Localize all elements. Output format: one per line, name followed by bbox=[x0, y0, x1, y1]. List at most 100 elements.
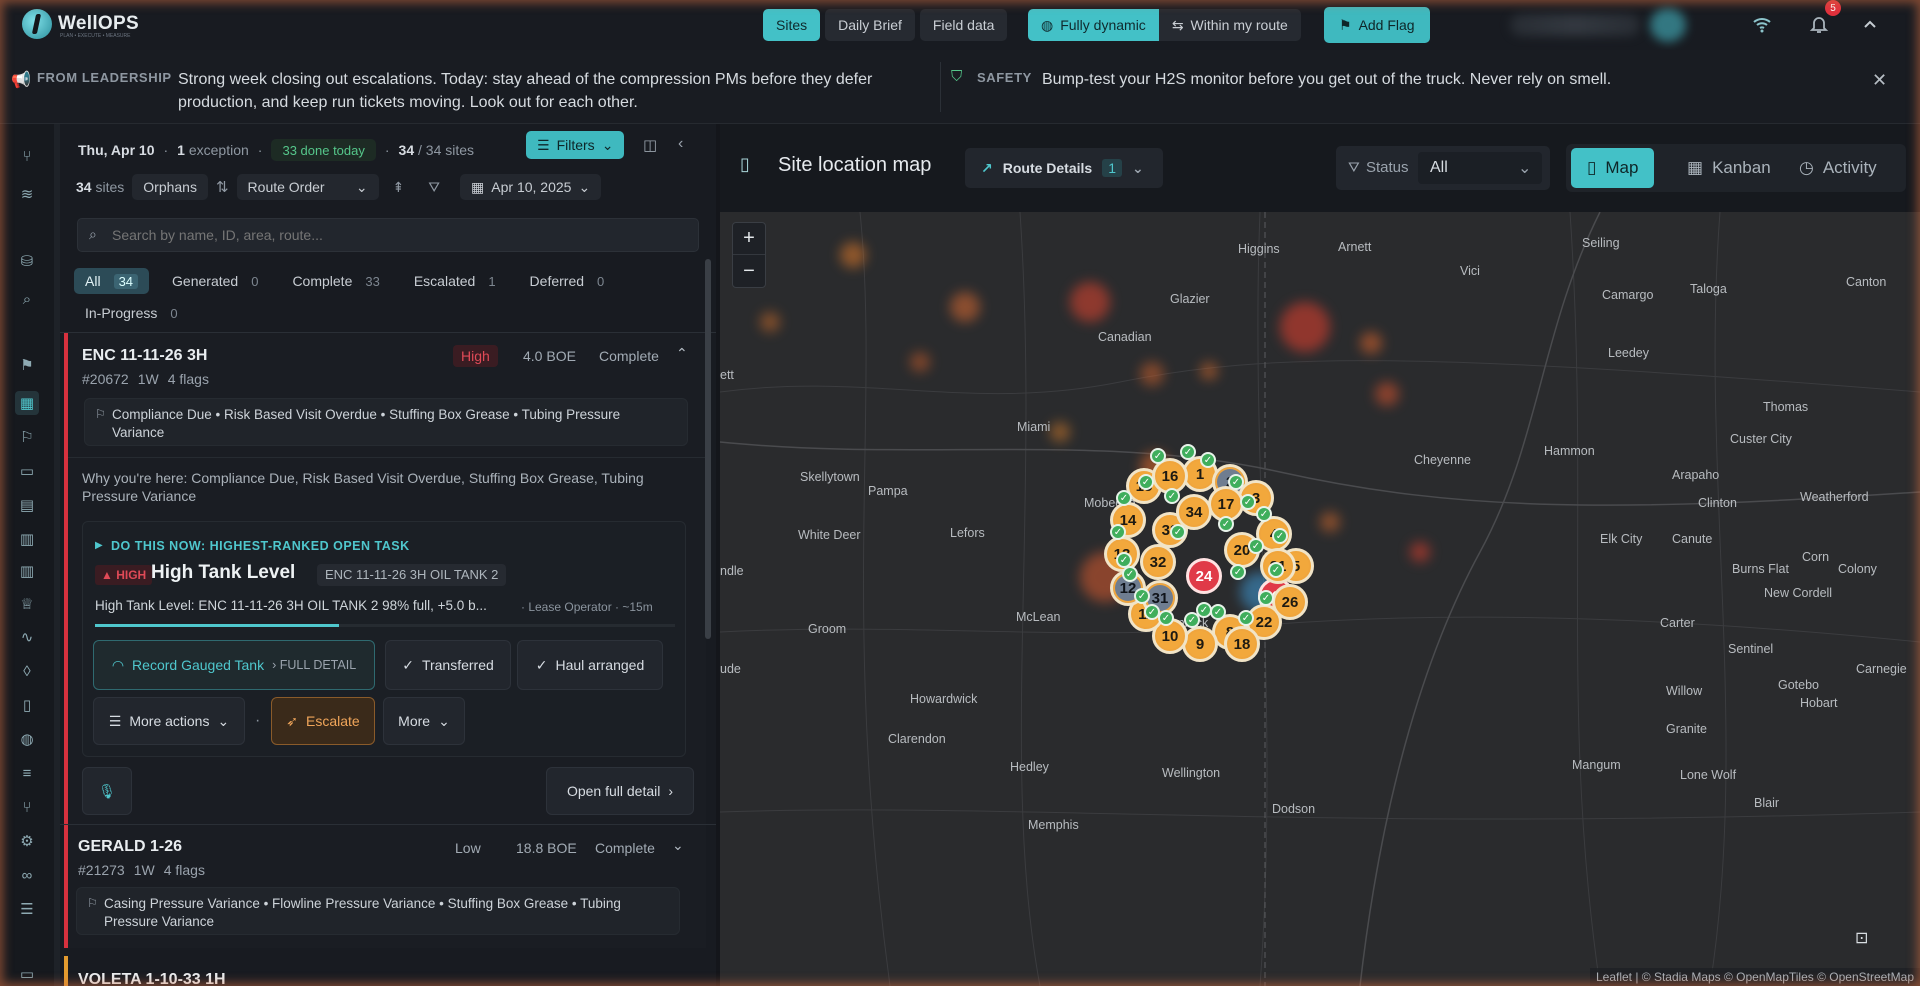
shield-icon: ⛉ bbox=[951, 68, 963, 85]
status-tab-complete[interactable]: Complete 33 bbox=[281, 268, 390, 294]
collapse-chevron-icon[interactable]: ‹ bbox=[678, 135, 683, 153]
complete-check-icon: ✓ bbox=[1238, 610, 1254, 626]
flag-outline-icon[interactable]: ⚐ bbox=[15, 425, 39, 449]
settings-icon[interactable]: ⚙ bbox=[15, 829, 39, 853]
route-details-button[interactable]: ↗ Route Details 1 ⌄ bbox=[965, 148, 1163, 188]
more-actions-button[interactable]: ☰ More actions ⌄ bbox=[93, 697, 245, 745]
funnel-icon[interactable]: ⛛ bbox=[428, 179, 440, 196]
wifi-icon[interactable] bbox=[1750, 12, 1774, 36]
add-flag-button[interactable]: ⚑ Add Flag bbox=[1324, 7, 1430, 43]
grid-icon[interactable]: ▦ bbox=[15, 391, 39, 415]
flag-nav-icon[interactable]: ⚑ bbox=[15, 353, 39, 377]
list-scrollbar[interactable] bbox=[705, 259, 711, 639]
search-icon[interactable]: ⌕ bbox=[15, 287, 39, 311]
robot-icon[interactable]: ⊡ bbox=[1855, 928, 1868, 948]
monitor-icon[interactable]: ▭ bbox=[15, 459, 39, 483]
close-icon[interactable]: ✕ bbox=[1872, 70, 1887, 91]
sliders-icon[interactable]: ☰ bbox=[15, 897, 39, 921]
zoom-in-button[interactable]: + bbox=[733, 223, 765, 255]
heatmap-spot bbox=[1320, 512, 1340, 532]
sort-direction-icon[interactable]: ⇞ bbox=[393, 179, 405, 196]
status-tab-escalated[interactable]: Escalated 1 bbox=[403, 268, 507, 294]
logo-mark-icon bbox=[22, 9, 52, 39]
map-place-label: Sentinel bbox=[1728, 642, 1774, 656]
site-cluster-marker[interactable]: 24 bbox=[1186, 558, 1222, 594]
chevron-up-icon[interactable]: ⌃ bbox=[676, 345, 688, 362]
view-map-button[interactable]: ▯ Map bbox=[1571, 148, 1655, 188]
sites-count-number: 34 bbox=[76, 179, 92, 195]
open-full-detail-button[interactable]: Open full detail › bbox=[546, 767, 694, 815]
database-icon[interactable]: ⛁ bbox=[15, 249, 39, 273]
pulse-icon[interactable]: ∿ bbox=[15, 625, 39, 649]
chevron-down-icon[interactable]: ⌄ bbox=[672, 837, 684, 854]
site-map[interactable]: Higgins Arnett Seiling Vici Taloga Canton Glaz… bbox=[720, 212, 1920, 986]
voice-note-button[interactable]: 🎙 bbox=[82, 767, 132, 815]
site-cluster-marker[interactable]: 18 bbox=[1224, 626, 1260, 662]
site-card-gerald-1-26[interactable]: GERALD 1-26 #21273 1W 4 flags Low 18.8 BOE… bbox=[64, 825, 706, 955]
heatmap-spot bbox=[1200, 362, 1218, 380]
site-cluster-marker[interactable]: 26 bbox=[1272, 584, 1308, 620]
git-icon[interactable]: ⑂ bbox=[15, 795, 39, 819]
search-box[interactable]: ⌕ bbox=[77, 218, 699, 252]
haul-arranged-button[interactable]: ✓ Haul arranged bbox=[517, 640, 663, 690]
mode-fully-dynamic-button[interactable]: ◍ Fully dynamic bbox=[1028, 9, 1159, 41]
search-input[interactable] bbox=[112, 223, 672, 247]
panel-layout-icon[interactable]: ◫ bbox=[643, 136, 657, 154]
date-picker[interactable]: ▦ Apr 10, 2025 ⌄ bbox=[460, 174, 602, 200]
site-id: #20672 bbox=[82, 371, 129, 387]
tab-daily-brief[interactable]: Daily Brief bbox=[825, 9, 915, 41]
more-button[interactable]: More ⌄ bbox=[383, 697, 465, 745]
sort-icon[interactable]: ⇅ bbox=[216, 178, 229, 196]
escalate-button[interactable]: ➶ Escalate bbox=[271, 697, 375, 745]
avatar[interactable] bbox=[1650, 8, 1686, 42]
dot-separator: · bbox=[255, 712, 261, 729]
leadership-banner: 📢 FROM LEADERSHIP Strong week closing ou… bbox=[0, 50, 1920, 124]
globe-nav-icon[interactable]: ◍ bbox=[15, 727, 39, 751]
filters-button[interactable]: ☰ Filters ⌄ bbox=[526, 131, 625, 159]
controls-row: 34 sites Orphans ⇅ Route Order ⌄ ⇞ ⛛ ▦ Apr… bbox=[76, 173, 602, 201]
book-icon[interactable]: ▭ bbox=[15, 962, 39, 986]
site-cluster-marker[interactable]: 32 bbox=[1140, 544, 1176, 580]
bar-chart-icon[interactable]: ▥ bbox=[15, 527, 39, 551]
view-activity-button[interactable]: ◷ Activity bbox=[1783, 148, 1893, 188]
status-select[interactable]: All ⌄ bbox=[1418, 152, 1542, 184]
status-tab-deferred[interactable]: Deferred 0 bbox=[519, 268, 616, 294]
view-kanban-button[interactable]: ▦ Kanban bbox=[1671, 148, 1787, 188]
tab-field-data[interactable]: Field data bbox=[919, 9, 1008, 41]
status-tab-generated[interactable]: Generated 0 bbox=[161, 268, 269, 294]
branch-icon[interactable]: ⑂ bbox=[15, 144, 39, 168]
layers-icon[interactable]: ≋ bbox=[15, 182, 39, 206]
chart-icon[interactable]: ▥ bbox=[15, 559, 39, 583]
zoom-out-button[interactable]: − bbox=[733, 255, 765, 287]
droplet-icon[interactable]: ◊ bbox=[15, 659, 39, 683]
route-order-select[interactable]: Route Order ⌄ bbox=[236, 174, 379, 200]
link-icon[interactable]: ∞ bbox=[15, 863, 39, 887]
map-icon[interactable]: ▯ bbox=[15, 693, 39, 717]
site-name[interactable]: VOLETA 1-10-33 1H bbox=[78, 971, 226, 986]
map-place-label: Thomas bbox=[1763, 400, 1809, 414]
view-label: Kanban bbox=[1712, 158, 1771, 177]
document-icon[interactable]: ▤ bbox=[15, 493, 39, 517]
transferred-button[interactable]: ✓ Transferred bbox=[385, 640, 511, 690]
status-tab-in-progress[interactable]: In-Progress 0 bbox=[74, 300, 189, 326]
full-detail-label: › FULL DETAIL bbox=[272, 658, 357, 672]
status-tab-all[interactable]: All 34 bbox=[74, 268, 150, 294]
map-place-label: Willow bbox=[1666, 684, 1703, 698]
task-progress-fill bbox=[95, 624, 339, 627]
complete-check-icon: ✓ bbox=[1150, 448, 1166, 464]
mode-within-route-button[interactable]: ⇆ Within my route bbox=[1158, 9, 1301, 41]
microphone-icon: 🎙 bbox=[98, 782, 116, 799]
map-attribution[interactable]: Leaflet | © Stadia Maps © OpenMapTiles ©… bbox=[1589, 968, 1920, 986]
site-age: 1W bbox=[133, 862, 155, 878]
orphans-button[interactable]: Orphans bbox=[132, 174, 208, 200]
bell-icon[interactable] bbox=[1807, 12, 1831, 36]
map-place-label: Dodson bbox=[1272, 802, 1316, 816]
site-meta: #21273 1W 4 flags bbox=[78, 862, 205, 878]
leadership-message: Strong week closing out escalations. Tod… bbox=[178, 71, 873, 111]
trophy-icon[interactable]: ♕ bbox=[15, 592, 39, 616]
chevron-up-icon[interactable] bbox=[1858, 12, 1882, 36]
flag-outline-icon: ⚐ bbox=[87, 896, 98, 910]
record-gauged-tank-button[interactable]: ◠ Record Gauged Tank › FULL DETAIL bbox=[93, 640, 375, 690]
filter-stack-icon[interactable]: ≡ bbox=[15, 761, 39, 785]
tab-sites[interactable]: Sites bbox=[763, 9, 821, 41]
